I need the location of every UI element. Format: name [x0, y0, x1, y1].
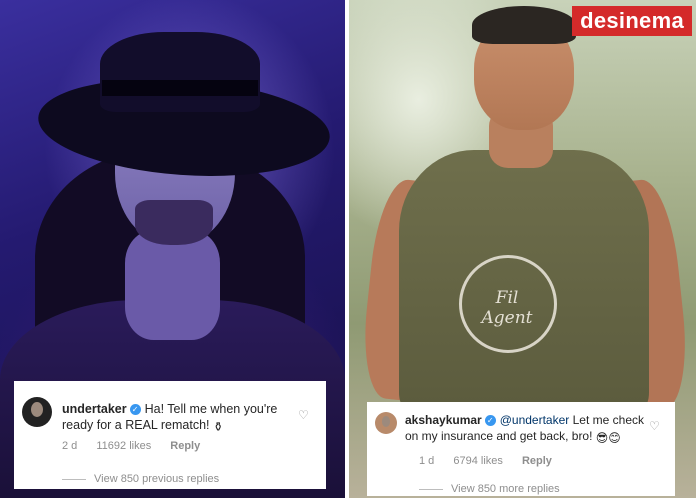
comment-meta: 1 d 6794 likes Reply	[419, 455, 568, 467]
username[interactable]: undertaker	[62, 402, 127, 416]
hair-shape	[472, 6, 576, 44]
like-heart-icon[interactable]: ♡	[649, 419, 660, 433]
like-count[interactable]: 6794 likes	[453, 455, 503, 467]
reply-button[interactable]: Reply	[522, 455, 552, 467]
hat-band	[102, 80, 258, 96]
coffin-icon: ⚱	[213, 420, 224, 434]
comment-time: 2 d	[62, 440, 78, 452]
divider-line	[419, 488, 443, 490]
comment-time: 1 d	[419, 455, 435, 467]
username[interactable]: akshaykumar	[405, 413, 482, 427]
hat-crown	[100, 32, 260, 112]
like-count[interactable]: 11692 likes	[96, 440, 151, 452]
avatar[interactable]	[375, 412, 397, 434]
verified-badge-icon: ✓	[484, 415, 496, 427]
comment-card-akshay: akshaykumar ✓ @undertaker Let me check on …	[367, 402, 675, 496]
comment-body: akshaykumar ✓ @undertaker Let me check on …	[405, 412, 645, 446]
view-replies-link[interactable]: View 850 more replies	[419, 483, 560, 495]
sunglasses-smile-icons: 😎😊	[595, 431, 621, 445]
shirt-print-text: Fil Agent	[481, 288, 533, 328]
neck-shape	[125, 230, 220, 340]
comment-body: undertaker ✓ Ha! Tell me when you're ready…	[62, 401, 292, 435]
view-replies-link[interactable]: View 850 previous replies	[62, 473, 219, 485]
like-heart-icon[interactable]: ♡	[298, 408, 309, 422]
comment-card-undertaker: undertaker ✓ Ha! Tell me when you're ready…	[14, 381, 326, 489]
reply-button[interactable]: Reply	[170, 440, 200, 452]
view-replies-label[interactable]: View 850 previous replies	[94, 473, 219, 485]
divider-line	[62, 478, 86, 480]
view-replies-label[interactable]: View 850 more replies	[451, 483, 560, 495]
comment-meta: 2 d 11692 likes Reply	[62, 440, 216, 452]
beard-shape	[135, 200, 213, 245]
avatar[interactable]	[22, 397, 52, 427]
desinema-logo: desinema	[572, 6, 692, 36]
verified-badge-icon: ✓	[129, 404, 141, 416]
mention-link[interactable]: @undertaker	[500, 413, 570, 427]
